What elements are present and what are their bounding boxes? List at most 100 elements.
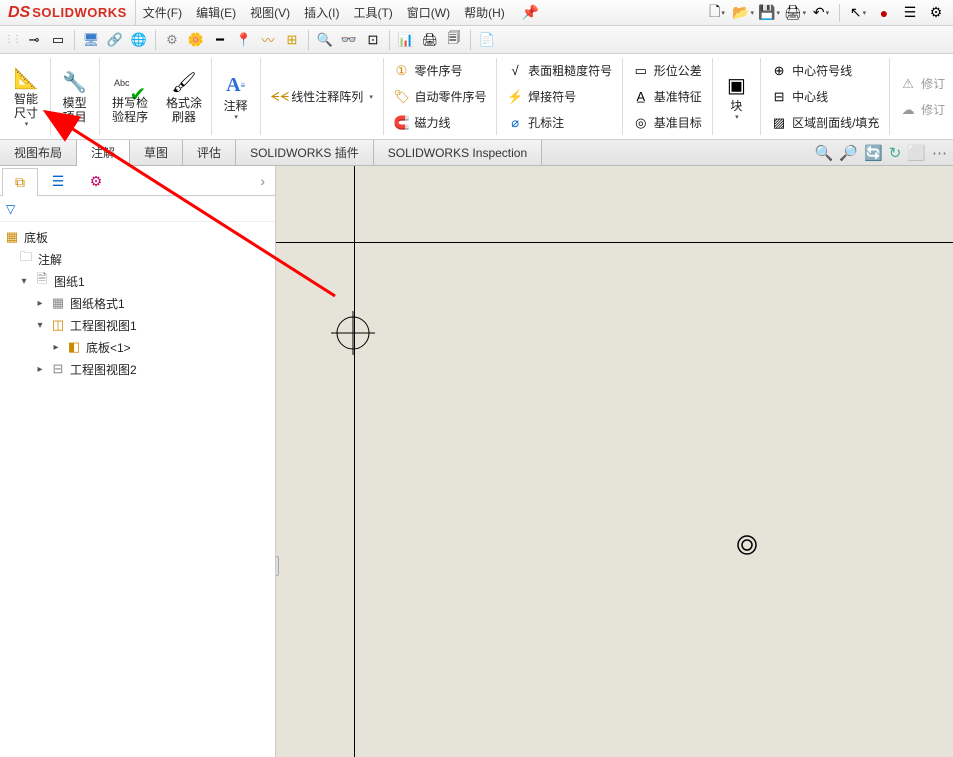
- prev-view-icon[interactable]: 🔄: [864, 144, 883, 162]
- balloon-button[interactable]: ①零件序号: [387, 59, 492, 83]
- tree-view2[interactable]: ▸ ⊟ 工程图视图2: [0, 358, 275, 380]
- linear-note-pattern-button[interactable]: ᗕᗕ线性注释阵列▾: [264, 85, 379, 109]
- model-items-button[interactable]: 🔧 模型项目: [53, 54, 97, 139]
- panel-resize-handle[interactable]: [276, 556, 279, 576]
- open-button[interactable]: 📂▾: [732, 2, 754, 24]
- redraw-icon[interactable]: ↻: [889, 144, 902, 162]
- display-style-icon[interactable]: ⬜: [907, 144, 926, 162]
- centerline-button[interactable]: ⊟中心线: [765, 85, 885, 109]
- tb2-btn-2[interactable]: ▭: [48, 30, 68, 50]
- tree-view1[interactable]: ▾ ◫ 工程图视图1: [0, 314, 275, 336]
- feature-tree-tab[interactable]: ⧉: [2, 168, 38, 196]
- tb2-btn-8[interactable]: ━: [210, 30, 230, 50]
- revision-cloud-button[interactable]: ☁修订: [894, 98, 951, 122]
- tb2-btn-14[interactable]: ⊡: [363, 30, 383, 50]
- tb2-btn-7[interactable]: 🌼: [186, 30, 206, 50]
- print-button[interactable]: 🖨▾: [784, 2, 806, 24]
- tb2-btn-5[interactable]: 🌐: [129, 30, 149, 50]
- tree-root[interactable]: ▦ 底板: [0, 226, 275, 248]
- filter-icon[interactable]: ▽: [6, 202, 15, 216]
- tab-sw-inspection[interactable]: SOLIDWORKS Inspection: [374, 140, 542, 165]
- weld-icon: ⚡: [507, 89, 523, 105]
- centerline-icon: ⊟: [771, 89, 787, 105]
- auto-balloon-button[interactable]: 🏷自动零件序号: [387, 85, 492, 109]
- datum-target-button[interactable]: ◎基准目标: [627, 111, 708, 135]
- drawing-icon: ▦: [4, 229, 20, 245]
- tb2-btn-10[interactable]: 〰: [258, 30, 278, 50]
- folder-icon: 🗀: [18, 248, 34, 270]
- collapse-icon[interactable]: ▾: [18, 276, 30, 287]
- note-button[interactable]: A≡ 注释 ▾: [214, 54, 258, 139]
- tb2-btn-1[interactable]: ⊸: [24, 30, 44, 50]
- expand-icon[interactable]: ▸: [34, 364, 46, 375]
- format-painter-button[interactable]: 🖌 格式涂刷器: [159, 54, 209, 139]
- collapse-icon[interactable]: ▾: [34, 320, 46, 331]
- tab-annotation[interactable]: 注解: [77, 140, 130, 166]
- options-button[interactable]: ☰: [899, 2, 921, 24]
- tree-sheet[interactable]: ▾ 🗎 图纸1: [0, 270, 275, 292]
- magnetic-line-button[interactable]: 🧲磁力线: [387, 111, 492, 135]
- settings-button[interactable]: ⚙: [925, 2, 947, 24]
- tree-annotations[interactable]: 🗀 注解: [0, 248, 275, 270]
- geometric-tolerance-button[interactable]: ▭形位公差: [627, 59, 708, 83]
- config-tab[interactable]: ⚙: [78, 167, 114, 195]
- crosshair-cursor: [331, 311, 375, 358]
- expand-panel-button[interactable]: ›: [250, 173, 275, 189]
- zoom-area-icon[interactable]: 🔎: [839, 144, 858, 162]
- tab-sw-addins[interactable]: SOLIDWORKS 插件: [236, 140, 374, 165]
- tb2-btn-12[interactable]: 🔍: [315, 30, 335, 50]
- pin-icon[interactable]: 📌: [512, 4, 549, 21]
- magnet-icon: 🧲: [393, 115, 409, 131]
- surface-icon: √: [507, 63, 523, 78]
- drawing-canvas[interactable]: [276, 166, 953, 757]
- tb2-btn-4[interactable]: 🔗: [105, 30, 125, 50]
- tb2-btn-15[interactable]: 📊: [396, 30, 416, 50]
- tab-evaluate[interactable]: 评估: [183, 140, 236, 165]
- tb2-btn-3[interactable]: 🖥: [81, 30, 101, 50]
- save-button[interactable]: 💾▾: [758, 2, 780, 24]
- tb2-btn-18[interactable]: 📄: [477, 30, 497, 50]
- tb2-btn-11[interactable]: ⊞: [282, 30, 302, 50]
- menu-view[interactable]: 视图(V): [243, 0, 297, 25]
- more-icon[interactable]: ⋯: [932, 144, 947, 162]
- menu-window[interactable]: 窗口(W): [400, 0, 457, 25]
- surface-finish-button[interactable]: √表面粗糙度符号: [501, 59, 618, 83]
- block-button[interactable]: ▣ 块 ▾: [714, 54, 758, 139]
- spell-check-button[interactable]: Abc✔ 拼写检验程序: [101, 54, 159, 139]
- area-hatch-button[interactable]: ▨区域剖面线/填充: [765, 111, 885, 135]
- tab-sketch[interactable]: 草图: [130, 140, 183, 165]
- menu-help[interactable]: 帮助(H): [457, 0, 512, 25]
- tb2-btn-16[interactable]: 🖨: [420, 30, 440, 50]
- note-icon: A≡: [226, 73, 245, 99]
- command-tabbar: 视图布局 注解 草图 评估 SOLIDWORKS 插件 SOLIDWORKS I…: [0, 140, 953, 166]
- rebuild-button[interactable]: ●: [873, 2, 895, 24]
- smart-dimension-button[interactable]: 📐 智能尺寸 ▾: [4, 54, 48, 139]
- tb2-btn-6[interactable]: ⚙: [162, 30, 182, 50]
- hatch-icon: ▨: [771, 115, 787, 131]
- revision-symbol-button[interactable]: ⚠修订: [894, 72, 951, 96]
- select-button[interactable]: ↖▾: [847, 2, 869, 24]
- menu-tools[interactable]: 工具(T): [346, 0, 399, 25]
- ribbon-group-revision: ⚠修订 ☁修订: [892, 54, 953, 139]
- menu-file[interactable]: 文件(F): [136, 0, 189, 25]
- menu-insert[interactable]: 插入(I): [297, 0, 346, 25]
- tab-view-layout[interactable]: 视图布局: [0, 140, 77, 165]
- datum-feature-button[interactable]: A̲基准特征: [627, 85, 708, 109]
- tree-sheet-format[interactable]: ▸ ▦ 图纸格式1: [0, 292, 275, 314]
- undo-button[interactable]: ↶▾: [810, 2, 832, 24]
- tb2-btn-9[interactable]: 📍: [234, 30, 254, 50]
- expand-icon[interactable]: ▸: [34, 298, 46, 309]
- tb2-btn-17[interactable]: 🗐: [444, 30, 464, 50]
- center-mark-button[interactable]: ⊕中心符号线: [765, 59, 885, 83]
- expand-icon[interactable]: ▸: [50, 342, 62, 353]
- grip-icon[interactable]: ⋮⋮: [4, 34, 20, 45]
- weld-symbol-button[interactable]: ⚡焊接符号: [501, 85, 618, 109]
- zoom-fit-icon[interactable]: 🔍: [815, 144, 834, 162]
- menu-edit[interactable]: 编辑(E): [189, 0, 243, 25]
- hole-callout-button[interactable]: ⌀孔标注: [501, 111, 618, 135]
- cloud-icon: ☁: [900, 102, 916, 118]
- new-button[interactable]: 🗋▾: [706, 2, 728, 24]
- tree-part-ref[interactable]: ▸ ◧ 底板<1>: [0, 336, 275, 358]
- property-tab[interactable]: ☰: [40, 167, 76, 195]
- tb2-btn-13[interactable]: 👓: [339, 30, 359, 50]
